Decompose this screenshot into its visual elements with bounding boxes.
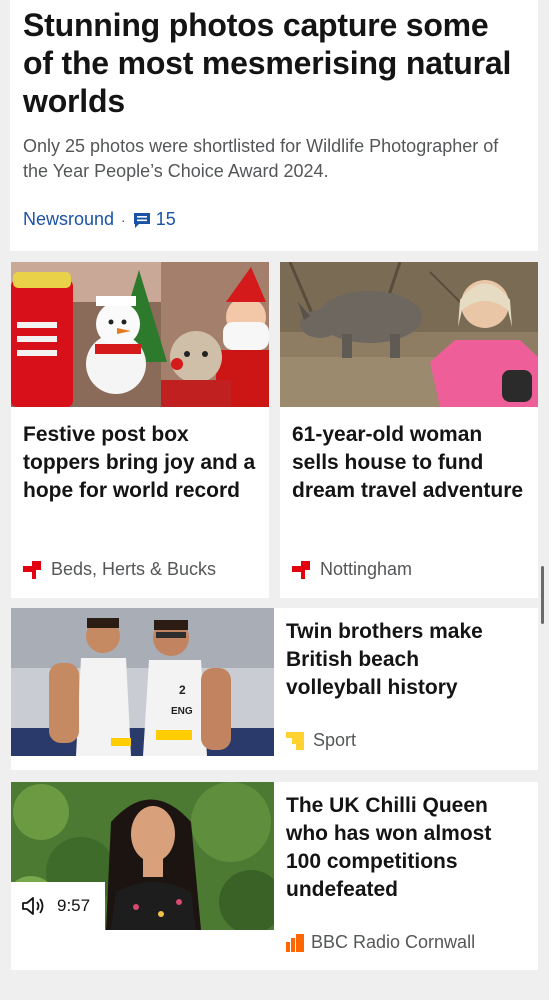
story-tag-label: Sport	[313, 730, 357, 750]
story-card-chilli[interactable]: 9:57 The UK Chilli Queen who has won alm…	[11, 782, 538, 970]
story-title[interactable]: 61-year-old woman sells house to fund dr…	[280, 407, 538, 505]
top-story-source[interactable]: Newsround	[23, 209, 114, 230]
top-story-meta: Newsround · 15	[23, 209, 176, 230]
story-card-festive[interactable]: Festive post box toppers bring joy and a…	[11, 262, 269, 598]
news-region-icon	[23, 560, 43, 579]
story-title[interactable]: The UK Chilli Queen who has won almost 1…	[286, 792, 518, 904]
media-duration: 9:57	[57, 896, 91, 915]
story-card-volleyball[interactable]: 2 ENG Twin brothers make British beach v…	[11, 608, 538, 770]
media-duration-badge[interactable]: 9:57	[11, 882, 105, 930]
story-tag[interactable]: Sport	[286, 730, 356, 751]
story-card-travel[interactable]: 61-year-old woman sells house to fund dr…	[280, 262, 538, 598]
volleyball-twins-image: 2 ENG	[11, 608, 274, 756]
story-tag[interactable]: Beds, Herts & Bucks	[23, 559, 216, 580]
svg-text:2: 2	[179, 683, 186, 697]
svg-text:ENG: ENG	[171, 706, 193, 717]
radio-icon	[286, 933, 304, 952]
festive-knitted-toppers-image	[11, 262, 269, 407]
story-tag[interactable]: Nottingham	[292, 559, 412, 580]
story-tag[interactable]: BBC Radio Cornwall	[286, 932, 475, 953]
speaker-icon	[21, 896, 47, 916]
comment-count[interactable]: 15	[156, 209, 176, 230]
story-tag-label: Nottingham	[320, 559, 413, 579]
story-tag-label: BBC Radio Cornwall	[311, 932, 476, 952]
comments-icon[interactable]	[133, 212, 151, 228]
chilli-queen-image: 9:57	[11, 782, 274, 930]
news-region-icon	[292, 560, 312, 579]
top-story-summary: Only 25 photos were shortlisted for Wild…	[23, 136, 499, 181]
story-tag-label: Beds, Herts & Bucks	[51, 559, 217, 579]
top-story-headline[interactable]: Stunning photos capture some of the most…	[23, 6, 525, 120]
story-title[interactable]: Festive post box toppers bring joy and a…	[11, 407, 269, 505]
scrollbar[interactable]	[541, 566, 544, 624]
top-story-card[interactable]: Stunning photos capture some of the most…	[10, 0, 538, 251]
woman-with-rhino-image	[280, 262, 538, 407]
sport-icon	[286, 731, 304, 750]
story-title[interactable]: Twin brothers make British beach volleyb…	[286, 618, 518, 702]
meta-separator: ·	[121, 211, 126, 228]
